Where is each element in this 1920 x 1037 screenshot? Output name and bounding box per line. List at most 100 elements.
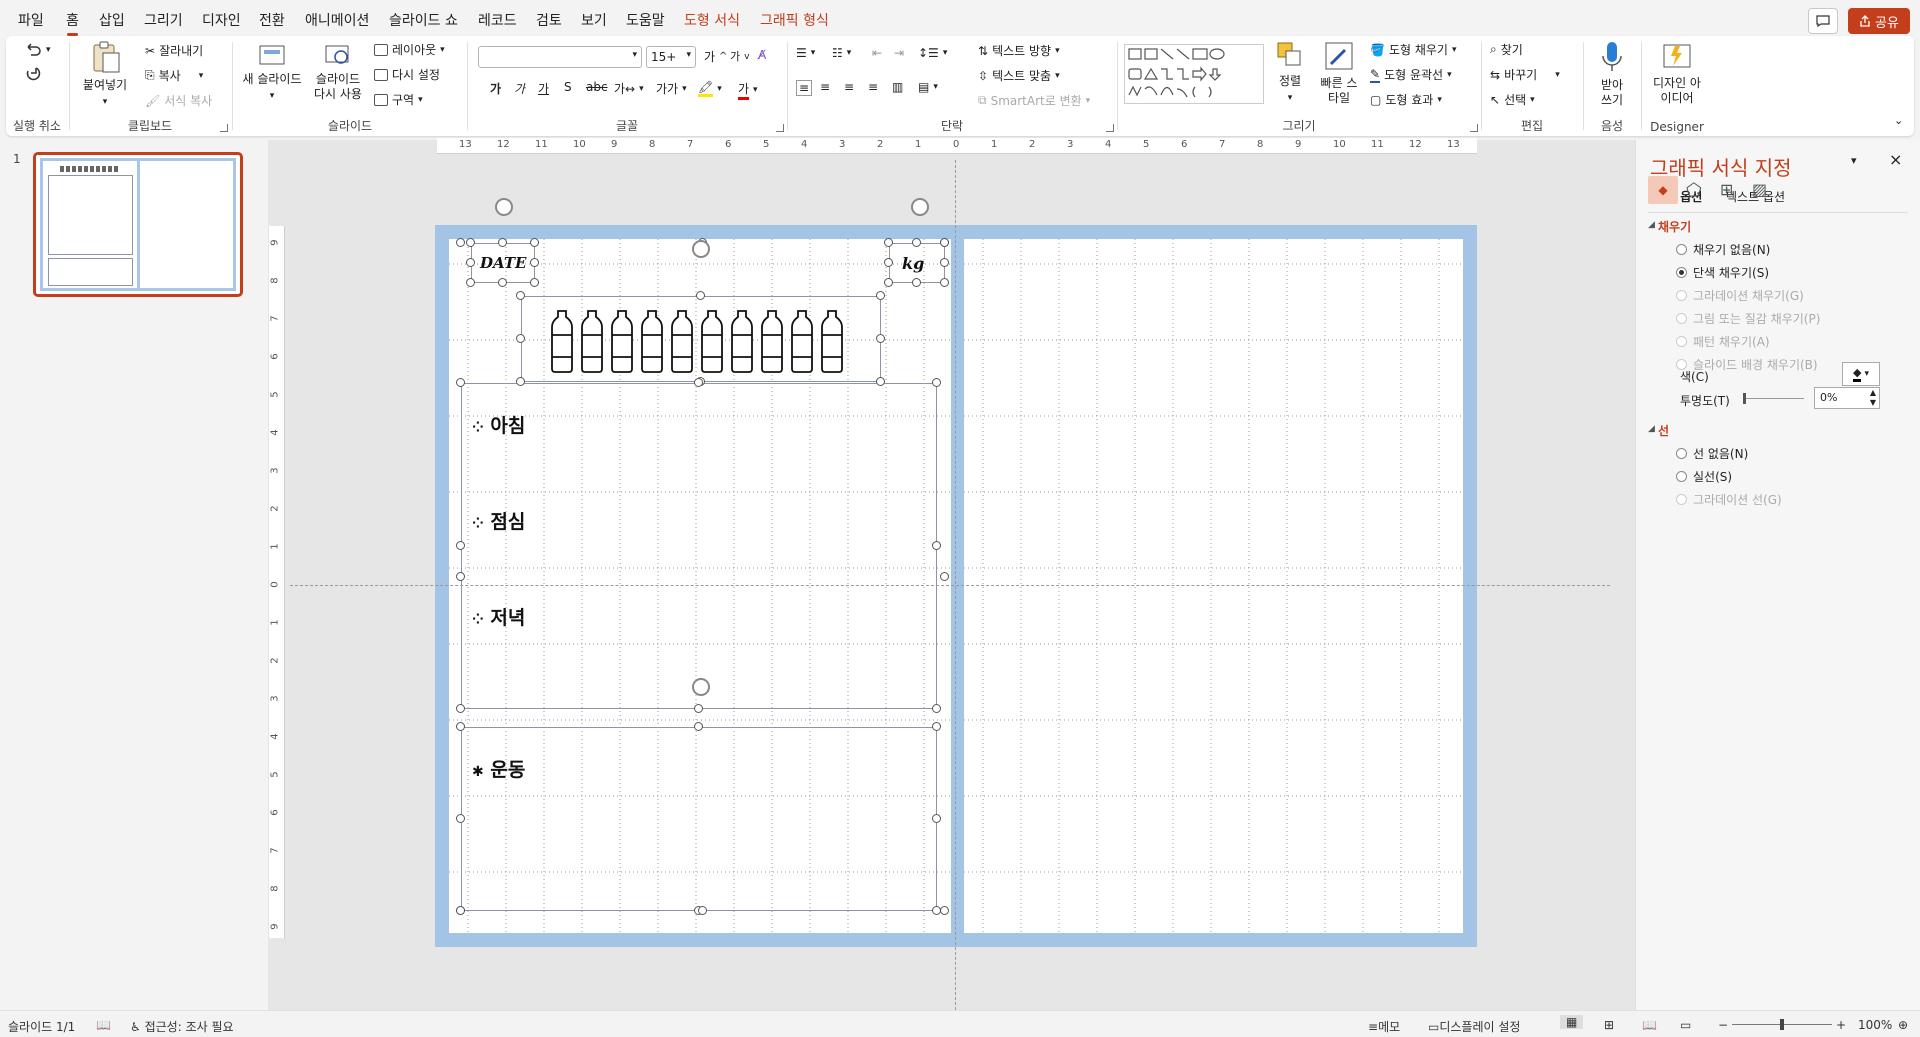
shape-outline-button[interactable]: ✎ 도형 윤곽선 ▾ (1370, 66, 1452, 83)
bullets-button[interactable]: ☰ ▾ (796, 46, 815, 60)
resize-handle[interactable] (516, 334, 525, 343)
fill-color-picker[interactable]: ◆ ▾ (1842, 362, 1880, 386)
resize-handle[interactable] (456, 722, 465, 731)
reset-button[interactable]: 다시 설정 (374, 66, 440, 83)
resize-handle[interactable] (932, 814, 941, 823)
increase-indent-button[interactable]: ⇥ (894, 46, 904, 60)
resize-handle[interactable] (940, 906, 949, 915)
slide[interactable]: DATE kg ⁘ 아침 ⁘ 점심 ⁘ 저녁 ✱ 운동 (435, 198, 1477, 947)
section-button[interactable]: 구역 ▾ (374, 91, 423, 108)
rotate-handle-icon[interactable] (495, 198, 513, 216)
tab-help[interactable]: 도움말 (626, 10, 665, 30)
zoom-in-button[interactable]: + (1836, 1018, 1846, 1032)
date-textbox[interactable]: DATE (471, 243, 535, 283)
tab-view[interactable]: 보기 (581, 10, 607, 30)
shapes-gallery[interactable] (1124, 44, 1264, 104)
shrink-font-button[interactable]: 가v (730, 48, 750, 64)
collapse-fill-icon[interactable]: ◢ (1648, 220, 1655, 230)
text-direction-button[interactable]: ⇅ 텍스트 방향 ▾ (978, 42, 1060, 59)
resize-handle[interactable] (456, 814, 465, 823)
notes-button[interactable]: ≡메모 (1368, 1018, 1400, 1035)
exercise-box[interactable]: ✱ 운동 (461, 727, 937, 911)
comments-button[interactable] (1808, 8, 1838, 34)
tab-file[interactable]: 파일 (18, 10, 44, 30)
resize-handle[interactable] (940, 278, 949, 287)
collapse-line-icon[interactable]: ◢ (1648, 424, 1655, 434)
bold-button[interactable]: 가 (490, 80, 501, 97)
shape-fill-button[interactable]: 🪣 도형 채우기 ▾ (1370, 41, 1457, 58)
kg-textbox[interactable]: kg (889, 243, 945, 283)
font-launcher-icon[interactable] (776, 124, 784, 132)
smartart-button[interactable]: ⧉ SmartArt로 변환 ▾ (978, 92, 1090, 109)
resize-handle[interactable] (694, 704, 703, 713)
shadow-button[interactable]: S (564, 80, 572, 94)
design-ideas-button[interactable]: 디자인 아이디어 (1648, 40, 1706, 106)
rotate-handle-icon[interactable] (692, 240, 710, 258)
water-bottle-group[interactable] (521, 296, 881, 382)
cut-button[interactable]: ✂ 잘라내기 (145, 42, 203, 59)
resize-handle[interactable] (932, 704, 941, 713)
radio-icon[interactable] (1676, 267, 1687, 278)
drawing-launcher-icon[interactable] (1470, 124, 1478, 132)
resize-handle[interactable] (694, 722, 703, 731)
fill-option[interactable]: 단색 채우기(S) (1676, 264, 1769, 281)
format-painter-button[interactable]: 🖌 서식 복사 (145, 92, 212, 109)
char-spacing-button[interactable]: 가↔ ▾ (614, 80, 644, 97)
resize-handle[interactable] (876, 377, 885, 386)
redo-button[interactable] (24, 66, 42, 82)
undo-dropdown-icon[interactable]: ▾ (46, 45, 51, 55)
radio-icon[interactable] (1676, 313, 1687, 324)
tab-draw[interactable]: 그리기 (144, 10, 183, 30)
radio-icon[interactable] (1676, 244, 1687, 255)
horizontal-guide[interactable] (290, 585, 1610, 586)
radio-icon[interactable] (1676, 494, 1687, 505)
line-option[interactable]: 실선(S) (1676, 468, 1732, 485)
justify-button[interactable]: ≡ (868, 80, 878, 94)
resize-handle[interactable] (694, 378, 703, 387)
numbering-button[interactable]: ☷ ▾ (832, 46, 851, 60)
meals-box[interactable]: ⁘ 아침 ⁘ 점심 ⁘ 저녁 (461, 383, 937, 709)
share-button[interactable]: 공유 (1848, 8, 1910, 34)
radio-icon[interactable] (1676, 290, 1687, 301)
font-size-combo[interactable]: 15+ ▾ (646, 46, 696, 68)
accessibility-button[interactable]: ♿ 접근성: 조사 필요 (130, 1018, 234, 1035)
resize-handle[interactable] (516, 377, 525, 386)
transparency-slider[interactable] (1743, 393, 1804, 404)
tab-insert[interactable]: 삽입 (99, 10, 125, 30)
line-spacing-button[interactable]: ↕☰ ▾ (918, 46, 947, 60)
line-option[interactable]: 선 없음(N) (1676, 445, 1748, 462)
clipboard-launcher-icon[interactable] (220, 124, 228, 132)
font-name-combo[interactable]: ▾ (478, 46, 642, 68)
slide-thumbnail-1[interactable] (33, 152, 243, 297)
highlight-button[interactable]: 🖍 ▾ (698, 80, 722, 97)
resize-handle[interactable] (696, 291, 705, 300)
line-section-header[interactable]: 선 (1658, 422, 1669, 439)
resize-handle[interactable] (912, 278, 921, 287)
resize-handle[interactable] (940, 238, 949, 247)
distribute-button[interactable]: ▥ (892, 80, 903, 94)
rotate-handle-icon[interactable] (692, 678, 710, 696)
normal-view-button[interactable]: ▦ (1560, 1015, 1584, 1029)
resize-handle[interactable] (456, 378, 465, 387)
dictate-button[interactable]: 받아 쓰기 (1588, 40, 1636, 108)
resize-handle[interactable] (932, 722, 941, 731)
pane-options-chevron-icon[interactable]: ▾ (1851, 154, 1857, 167)
font-color-button[interactable]: 가 ▾ (738, 80, 758, 100)
strikethrough-button[interactable]: abc (586, 80, 608, 94)
radio-icon[interactable] (1676, 471, 1687, 482)
zoom-out-button[interactable]: − (1718, 1018, 1728, 1032)
resize-handle[interactable] (456, 541, 465, 550)
paragraph-launcher-icon[interactable] (1106, 124, 1114, 132)
resize-handle[interactable] (698, 906, 707, 915)
transparency-input[interactable]: 0% ▲ ▼ (1814, 387, 1880, 409)
align-right-button[interactable]: ≡ (844, 80, 854, 94)
tab-animations[interactable]: 애니메이션 (305, 10, 369, 30)
copy-button[interactable]: ⎘ 복사 ▾ (145, 67, 203, 84)
rotate-handle-icon[interactable] (911, 198, 929, 216)
picture-icon[interactable]: ▨ (1752, 180, 1767, 199)
reading-view-button[interactable]: 📖 (1642, 1018, 1657, 1032)
underline-button[interactable]: 가 (538, 80, 549, 97)
resize-handle[interactable] (530, 238, 539, 247)
radio-icon[interactable] (1676, 448, 1687, 459)
align-left-button[interactable]: ≡ (796, 80, 813, 96)
